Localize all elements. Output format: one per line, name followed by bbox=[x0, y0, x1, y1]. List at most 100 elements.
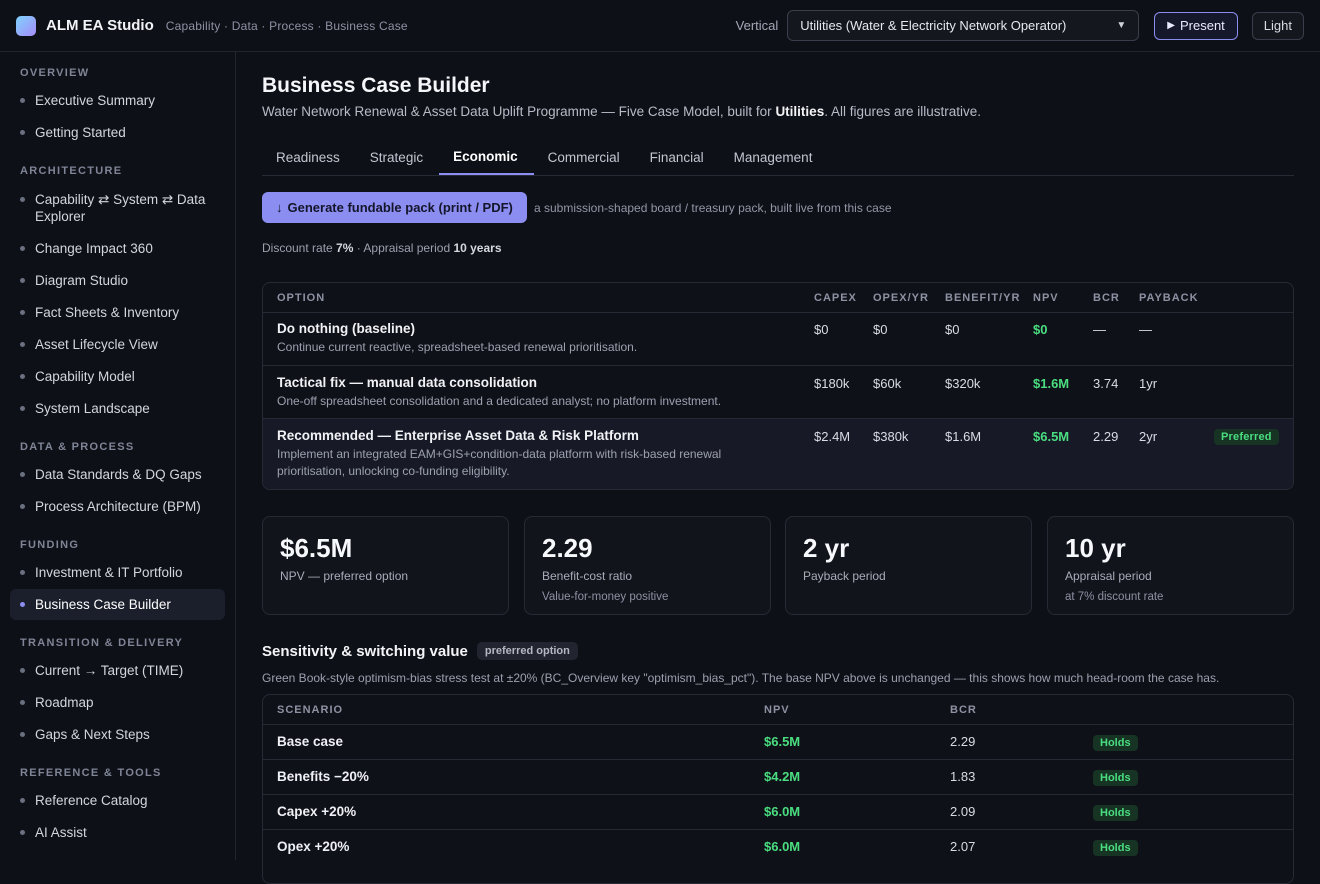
kpi-label: Appraisal period bbox=[1065, 569, 1152, 583]
option-payback: — bbox=[1139, 322, 1152, 337]
option-benefit: $320k bbox=[945, 376, 981, 391]
scenario-name: Opex +20% bbox=[277, 839, 350, 854]
sidebar-item-process-architecture[interactable]: Process Architecture (BPM) bbox=[10, 498, 225, 515]
sidebar-item-roadmap[interactable]: Roadmap bbox=[10, 694, 225, 711]
tab-readiness[interactable]: Readiness bbox=[262, 140, 356, 175]
option-opex: $0 bbox=[873, 322, 888, 337]
option-name: Tactical fix — manual data consolidation bbox=[277, 375, 538, 390]
column-header: PAYBACK bbox=[1139, 292, 1199, 304]
sidebar-item-getting-started[interactable]: Getting Started bbox=[10, 124, 225, 141]
scenario-npv: $6.5M bbox=[764, 734, 801, 749]
sidebar-section-title: FUNDING bbox=[20, 539, 80, 551]
page-subtitle: Water Network Renewal & Asset Data Uplif… bbox=[262, 104, 982, 119]
sidebar-item-fact-sheets[interactable]: Fact Sheets & Inventory bbox=[10, 304, 225, 321]
kpi-label: Benefit-cost ratio bbox=[542, 569, 633, 583]
option-capex: $180k bbox=[814, 376, 850, 391]
play-icon: ▶ bbox=[1167, 20, 1175, 31]
sidebar-item-asset-lifecycle[interactable]: Asset Lifecycle View bbox=[10, 336, 225, 353]
option-description: Continue current reactive, spreadsheet-b… bbox=[277, 340, 638, 354]
option-npv: $1.6M bbox=[1033, 376, 1070, 391]
scenario-bcr: 1.83 bbox=[950, 769, 976, 784]
scenario-npv: $6.0M bbox=[764, 839, 801, 854]
sidebar-item-current-target[interactable]: Current → Target (TIME) bbox=[10, 662, 225, 679]
holds-badge: Holds bbox=[1093, 840, 1138, 856]
holds-badge: Holds bbox=[1093, 805, 1138, 821]
sensitivity-title: Sensitivity & switching value preferred … bbox=[262, 642, 578, 660]
generate-pack-note: a submission-shaped board / treasury pac… bbox=[534, 201, 892, 215]
sidebar-item-business-case-builder[interactable]: Business Case Builder bbox=[10, 589, 225, 620]
sidebar-item-diagram-studio[interactable]: Diagram Studio bbox=[10, 272, 225, 289]
top-bar: ALM EA Studio Capability · Data · Proces… bbox=[0, 0, 1320, 52]
sidebar-item-system-landscape[interactable]: System Landscape bbox=[10, 400, 225, 417]
sidebar-section-title: OVERVIEW bbox=[20, 67, 90, 79]
option-opex: $60k bbox=[873, 376, 902, 391]
option-description: One-off spreadsheet consolidation and a … bbox=[277, 394, 722, 408]
column-header: NPV bbox=[764, 704, 790, 716]
generate-pack-button[interactable]: ↓ Generate fundable pack (print / PDF) bbox=[262, 192, 527, 223]
sidebar-item-data-standards[interactable]: Data Standards & DQ Gaps bbox=[10, 466, 225, 483]
sidebar-item-ai-assist[interactable]: AI Assist bbox=[10, 824, 225, 841]
app-logo bbox=[16, 15, 36, 36]
option-benefit: $1.6M bbox=[945, 429, 982, 444]
tab-economic[interactable]: Economic bbox=[439, 140, 534, 175]
option-bcr: — bbox=[1093, 322, 1106, 337]
holds-badge: Holds bbox=[1093, 735, 1138, 751]
preferred-badge: Preferred bbox=[1214, 429, 1279, 445]
scenario-name: Capex +20% bbox=[277, 804, 357, 819]
sidebar: OVERVIEW Executive Summary Getting Start… bbox=[0, 52, 236, 860]
scenario-bcr: 2.07 bbox=[950, 839, 976, 854]
scenario-npv: $4.2M bbox=[764, 769, 801, 784]
tab-financial[interactable]: Financial bbox=[636, 140, 720, 175]
kpi-card-bcr: 2.29 Benefit-cost ratio Value-for-money … bbox=[524, 516, 771, 615]
options-table: OPTION CAPEX OPEX/YR BENEFIT/YR NPV BCR … bbox=[262, 282, 1294, 490]
scenario-bcr: 2.29 bbox=[950, 734, 976, 749]
kpi-label: NPV — preferred option bbox=[280, 569, 409, 583]
download-arrow-icon: ↓ bbox=[276, 200, 283, 215]
column-header: BCR bbox=[1093, 292, 1120, 304]
kpi-note: Value-for-money positive bbox=[542, 591, 669, 603]
vertical-select[interactable]: Utilities (Water & Electricity Network O… bbox=[787, 10, 1140, 41]
scenario-npv: $6.0M bbox=[764, 804, 801, 819]
holds-badge: Holds bbox=[1093, 770, 1138, 786]
column-header: OPTION bbox=[277, 292, 326, 304]
case-tabs: Readiness Strategic Economic Commercial … bbox=[262, 140, 1294, 176]
column-header: NPV bbox=[1033, 292, 1059, 304]
option-benefit: $0 bbox=[945, 322, 960, 337]
kpi-value: 10 yr bbox=[1065, 533, 1126, 563]
option-bcr: 3.74 bbox=[1093, 376, 1119, 391]
kpi-value: 2.29 bbox=[542, 533, 593, 563]
option-name: Do nothing (baseline) bbox=[277, 321, 415, 336]
present-button[interactable]: ▶ Present bbox=[1154, 11, 1238, 40]
scenario-name: Base case bbox=[277, 734, 344, 749]
column-header: BCR bbox=[950, 704, 977, 716]
kpi-note: at 7% discount rate bbox=[1065, 591, 1164, 603]
column-header: SCENARIO bbox=[277, 704, 344, 716]
tab-strategic[interactable]: Strategic bbox=[356, 140, 439, 175]
option-name: Recommended — Enterprise Asset Data & Ri… bbox=[277, 428, 639, 443]
sidebar-section-title: DATA & PROCESS bbox=[20, 441, 135, 453]
sidebar-item-change-impact[interactable]: Change Impact 360 bbox=[10, 240, 225, 257]
page-title: Business Case Builder bbox=[262, 74, 490, 97]
sidebar-item-gaps-next-steps[interactable]: Gaps & Next Steps bbox=[10, 726, 225, 743]
present-button-label: Present bbox=[1179, 18, 1225, 33]
kpi-card-appraisal: 10 yr Appraisal period at 7% discount ra… bbox=[1047, 516, 1294, 615]
scenario-name: Benefits −20% bbox=[277, 769, 369, 784]
sidebar-item-executive-summary[interactable]: Executive Summary bbox=[10, 92, 225, 109]
sidebar-section-title: REFERENCE & TOOLS bbox=[20, 767, 162, 779]
kpi-card-npv: $6.5M NPV — preferred option bbox=[262, 516, 509, 615]
app-title: ALM EA Studio bbox=[46, 17, 154, 34]
tab-management[interactable]: Management bbox=[720, 140, 829, 175]
tab-commercial[interactable]: Commercial bbox=[534, 140, 636, 175]
sidebar-item-capability-model[interactable]: Capability Model bbox=[10, 368, 225, 385]
sidebar-item-reference-catalog[interactable]: Reference Catalog bbox=[10, 792, 225, 809]
option-capex: $0 bbox=[814, 322, 829, 337]
scenario-bcr: 2.09 bbox=[950, 804, 976, 819]
sidebar-item-investment-portfolio[interactable]: Investment & IT Portfolio bbox=[10, 564, 225, 581]
theme-toggle-button[interactable]: Light bbox=[1251, 11, 1304, 40]
option-bcr: 2.29 bbox=[1093, 429, 1119, 444]
sidebar-item-capability-explorer[interactable]: Capability ⇄ System ⇄ Data Explorer bbox=[10, 191, 225, 225]
app-subtitle: Capability · Data · Process · Business C… bbox=[165, 18, 408, 33]
sidebar-section-title: TRANSITION & DELIVERY bbox=[20, 637, 184, 649]
kpi-card-payback: 2 yr Payback period bbox=[785, 516, 1032, 615]
column-header: OPEX/YR bbox=[873, 292, 929, 304]
